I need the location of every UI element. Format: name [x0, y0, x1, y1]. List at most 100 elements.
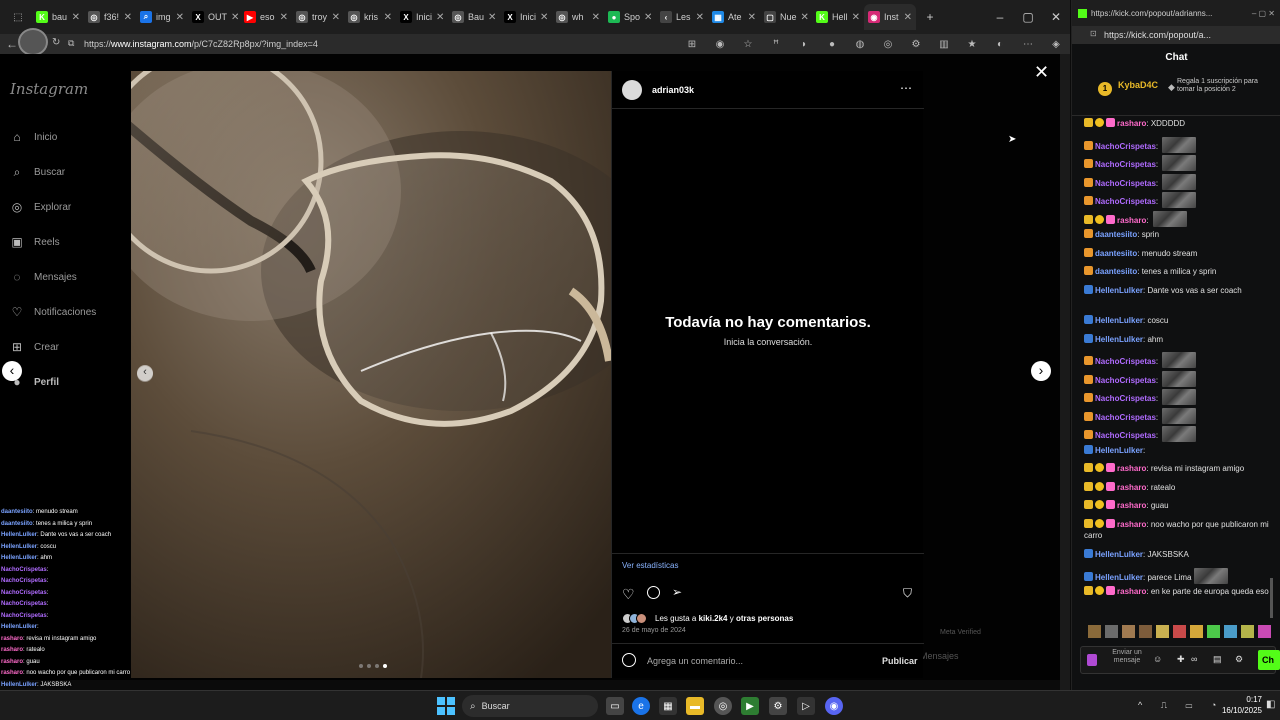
browser-tab[interactable]: ‹ Les ✕ — [656, 4, 708, 30]
eye-off-icon[interactable]: ◉ — [706, 39, 734, 50]
emote-icon[interactable] — [1207, 625, 1220, 638]
more-options-icon[interactable]: ⋯ — [900, 81, 912, 95]
chevron-left-icon[interactable]: ‹ — [137, 365, 153, 381]
extension-icon[interactable]: ◗ — [790, 39, 818, 50]
chat-username[interactable]: NachoCrispetas — [1095, 394, 1156, 403]
browser-tab[interactable]: ▢ Nue ✕ — [760, 4, 812, 30]
emote-icon[interactable] — [1224, 625, 1237, 638]
prev-post-button[interactable]: ‹ — [2, 361, 22, 381]
browser-tab[interactable]: ◎ wh ✕ — [552, 4, 604, 30]
profile-icon[interactable]: ◐ — [986, 39, 1014, 50]
chat-username[interactable]: HellenLulker — [1095, 335, 1143, 344]
likes-user[interactable]: kiki.2k4 — [699, 614, 728, 623]
chat-username[interactable]: daantesiito — [1095, 249, 1137, 258]
tab-close-icon[interactable]: ✕ — [696, 12, 704, 23]
close-window-icon[interactable]: ✕ — [1042, 10, 1070, 24]
browser-tab[interactable]: ▦ Ate ✕ — [708, 4, 760, 30]
tab-close-icon[interactable]: ✕ — [176, 12, 184, 23]
likes-others[interactable]: otras personas — [736, 614, 793, 623]
browser-tab[interactable]: ▶ eso ✕ — [240, 4, 292, 30]
tab-close-icon[interactable]: ✕ — [280, 12, 288, 23]
kick-address-bar[interactable]: ⊡ https://kick.com/popout/a... — [1072, 26, 1280, 44]
browser-tab[interactable]: ◎ kris ✕ — [344, 4, 396, 30]
chat-username[interactable]: HellenLulker — [1095, 316, 1143, 325]
chat-scrollbar[interactable] — [1270, 118, 1276, 618]
tab-close-icon[interactable]: ✕ — [540, 12, 548, 23]
chat-scroll-thumb[interactable] — [1270, 578, 1273, 618]
star-icon[interactable]: ☆ — [734, 39, 762, 50]
send-button[interactable]: Ch — [1258, 650, 1280, 670]
chat-emote[interactable] — [1162, 389, 1197, 405]
tab-close-icon[interactable]: ✕ — [904, 12, 912, 23]
emote-icon[interactable] — [1241, 625, 1254, 638]
chat-username[interactable]: NachoCrispetas — [1095, 413, 1156, 422]
chat-username[interactable]: rasharo — [1117, 119, 1146, 128]
tab-close-icon[interactable]: ✕ — [124, 12, 132, 23]
close-modal-icon[interactable]: ✕ — [1034, 62, 1049, 83]
nav-item-mensajes[interactable]: ◌ Mensajes — [10, 270, 76, 284]
windows-start-icon[interactable] — [437, 697, 455, 715]
tab-close-icon[interactable]: ✕ — [592, 12, 600, 23]
infinity-icon[interactable]: ∞ — [1191, 654, 1197, 664]
file-explorer-icon[interactable]: ▬ — [686, 697, 704, 715]
like-icon[interactable]: ♡ — [622, 586, 635, 603]
extension-icon[interactable]: ◍ — [846, 39, 874, 50]
chat-emote[interactable] — [1162, 352, 1197, 368]
browser-tab[interactable]: X Inici ✕ — [396, 4, 448, 30]
chat-input-box[interactable]: Enviar un mensaje ☺ ✚ ∞ ▤ ⚙ — [1080, 646, 1276, 674]
chat-emote[interactable] — [1152, 210, 1187, 227]
post-image[interactable]: ‹ — [131, 71, 611, 678]
publish-button[interactable]: Publicar — [882, 656, 918, 666]
comment-icon[interactable] — [647, 586, 660, 599]
emote-icon[interactable] — [1190, 625, 1203, 638]
tab-close-icon[interactable]: ✕ — [644, 12, 652, 23]
chat-username[interactable]: HellenLulker — [1095, 286, 1143, 295]
chat-username[interactable]: rasharo — [1117, 520, 1146, 529]
tab-close-icon[interactable]: ✕ — [436, 12, 444, 23]
browser-tab[interactable]: ◎ troy ✕ — [292, 4, 344, 30]
chat-username[interactable]: NachoCrispetas — [1095, 197, 1156, 206]
chat-username[interactable]: NachoCrispetas — [1095, 376, 1156, 385]
tab-close-icon[interactable]: ✕ — [231, 12, 239, 23]
site-info-icon[interactable]: ⧉ — [68, 38, 74, 49]
clock[interactable]: 0:17 16/10/2025 — [1212, 694, 1262, 716]
settings-icon[interactable]: ⚙ — [769, 697, 787, 715]
taskbar-search[interactable]: ⌕ Buscar — [462, 695, 598, 717]
chat-username[interactable]: HellenLulker — [1095, 573, 1143, 582]
app-icon[interactable]: ▶ — [741, 697, 759, 715]
chat-emote[interactable] — [1162, 407, 1197, 424]
emote-icon[interactable] — [1173, 625, 1186, 638]
browser-tab[interactable]: K Hell ✕ — [812, 4, 864, 30]
nav-item-explorar[interactable]: ◎ Explorar — [10, 200, 72, 214]
tab-close-icon[interactable]: ✕ — [384, 12, 392, 23]
chat-input[interactable]: Enviar un mensaje — [1109, 649, 1145, 665]
chat-username[interactable]: HellenLulker — [1095, 550, 1143, 559]
pinned-user[interactable]: KybaD4C — [1118, 80, 1158, 90]
author-avatar[interactable] — [622, 80, 642, 100]
settings-icon[interactable]: ⚙ — [1235, 654, 1243, 665]
stats-link[interactable]: Ver estadísticas — [622, 561, 678, 570]
tab-close-icon[interactable]: ✕ — [488, 12, 496, 23]
chat-username[interactable]: NachoCrispetas — [1095, 142, 1156, 151]
author-username[interactable]: adrian03k — [652, 85, 694, 95]
chat-emote[interactable] — [1162, 173, 1197, 190]
chat-username[interactable]: rasharo — [1117, 216, 1146, 225]
emote-icon[interactable] — [1139, 625, 1152, 638]
back-icon[interactable]: ← — [6, 37, 18, 51]
nav-item-buscar[interactable]: ⌕ Buscar — [10, 165, 66, 179]
nav-item-notificaciones[interactable]: ♡ Notificaciones — [10, 305, 97, 319]
nav-item-reels[interactable]: ▣ Reels — [10, 235, 59, 249]
chat-username[interactable]: daantesiito — [1095, 267, 1137, 276]
tab-close-icon[interactable]: ✕ — [72, 12, 80, 23]
chrome-icon[interactable]: ◎ — [714, 697, 732, 715]
app-icon[interactable]: ⊞ — [678, 39, 706, 50]
emoji-icon[interactable]: ☺ — [1153, 654, 1162, 664]
chat-username[interactable]: rasharo — [1117, 464, 1146, 473]
browser-tab[interactable]: ● Spo ✕ — [604, 4, 656, 30]
edge-icon[interactable]: e — [632, 697, 650, 715]
chat-username[interactable]: NachoCrispetas — [1095, 431, 1156, 440]
comment-input[interactable]: Agrega un comentario... — [647, 656, 743, 666]
maximize-icon[interactable]: ▢ — [1014, 10, 1042, 24]
emote-icon[interactable] — [1088, 625, 1101, 638]
tab-close-icon[interactable]: ✕ — [801, 12, 809, 23]
